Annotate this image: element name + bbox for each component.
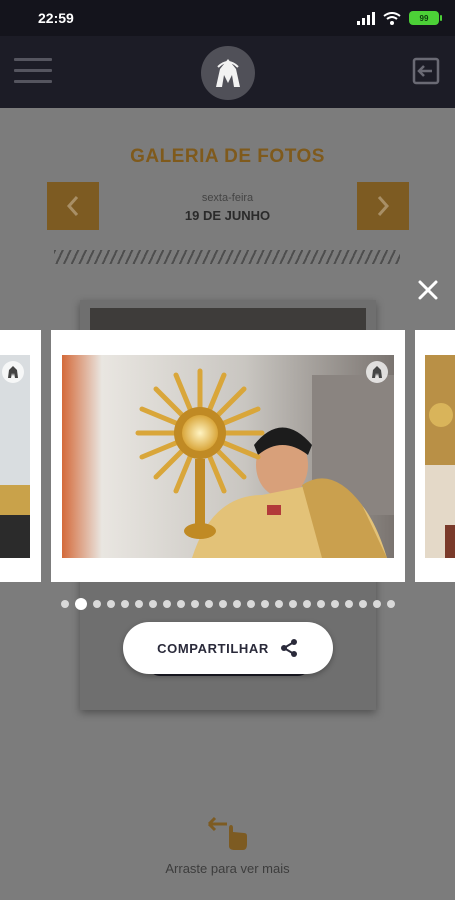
- watermark-icon: [2, 361, 24, 383]
- pagination-dot[interactable]: [106, 600, 115, 608]
- pagination-dot[interactable]: [232, 600, 241, 608]
- logo[interactable]: [201, 46, 255, 100]
- pagination-dot[interactable]: [176, 600, 185, 608]
- pagination-dot[interactable]: [260, 600, 269, 608]
- pagination-dot[interactable]: [358, 600, 367, 608]
- pagination-dot[interactable]: [60, 600, 69, 608]
- pagination-dot[interactable]: [330, 600, 339, 608]
- battery-icon: 99: [409, 11, 442, 25]
- next-day-button[interactable]: [357, 182, 409, 230]
- pagination-dots: [0, 598, 455, 610]
- pagination-dot[interactable]: [288, 600, 297, 608]
- logout-icon[interactable]: [411, 56, 441, 86]
- pagination-dot[interactable]: [274, 600, 283, 608]
- swipe-hint: Arraste para ver mais: [0, 816, 455, 876]
- chevron-right-icon: [377, 196, 390, 216]
- date-strip-divider: [54, 250, 400, 264]
- pagination-dot[interactable]: [316, 600, 325, 608]
- pagination-dot[interactable]: [92, 600, 101, 608]
- battery-level: 99: [419, 13, 429, 23]
- app-header: [0, 36, 455, 108]
- slide-current[interactable]: [51, 330, 405, 582]
- wifi-icon: [383, 11, 401, 25]
- pagination-dot-active[interactable]: [74, 598, 87, 610]
- share-button[interactable]: COMPARTILHAR: [123, 622, 333, 674]
- pagination-dot[interactable]: [162, 600, 171, 608]
- pagination-dot[interactable]: [344, 600, 353, 608]
- status-icons: 99: [357, 11, 442, 25]
- slide-current-photo: [62, 355, 394, 558]
- swipe-hand-icon: [207, 816, 247, 850]
- pagination-dot[interactable]: [148, 600, 157, 608]
- pagination-dot[interactable]: [246, 600, 255, 608]
- pagination-dot[interactable]: [218, 600, 227, 608]
- share-icon: [280, 639, 297, 657]
- pagination-dot[interactable]: [120, 600, 129, 608]
- hamburger-icon[interactable]: [14, 58, 52, 86]
- order-emblem-icon: [216, 59, 240, 87]
- pagination-dot[interactable]: [134, 600, 143, 608]
- watermark-icon: [366, 361, 388, 383]
- pagination-dot[interactable]: [204, 600, 213, 608]
- close-icon[interactable]: [414, 276, 442, 304]
- pagination-dot[interactable]: [386, 600, 395, 608]
- share-button-label: COMPARTILHAR: [157, 640, 269, 656]
- slide-next-photo: [425, 355, 455, 558]
- swipe-hint-label: Arraste para ver mais: [165, 861, 290, 876]
- slide-next[interactable]: [415, 330, 455, 582]
- status-bar: 22:59 99: [0, 0, 455, 36]
- pagination-dot[interactable]: [302, 600, 311, 608]
- pagination-dot[interactable]: [372, 600, 381, 608]
- page-title: GALERIA DE FOTOS: [130, 146, 325, 167]
- slide-previous[interactable]: [0, 330, 41, 582]
- slide-previous-photo: [0, 355, 30, 558]
- signal-icon: [357, 11, 375, 25]
- pagination-dot[interactable]: [190, 600, 199, 608]
- status-time: 22:59: [38, 10, 74, 26]
